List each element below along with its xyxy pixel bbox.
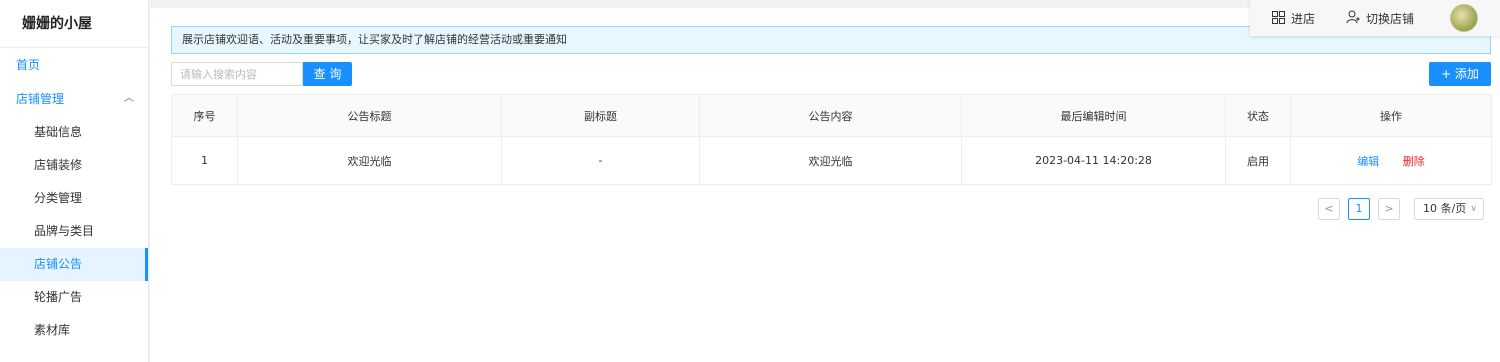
sidebar-item-category-management[interactable]: 分类管理	[0, 182, 148, 215]
column-header-status: 状态	[1225, 94, 1291, 137]
header-actions: 进店 切换店铺	[1250, 0, 1500, 36]
grid-icon	[1272, 10, 1285, 30]
sidebar-item-brand-category[interactable]: 品牌与类目	[0, 215, 148, 248]
enter-store-button[interactable]: 进店	[1272, 9, 1315, 29]
cell-actions: 编辑 删除	[1290, 136, 1492, 185]
avatar[interactable]	[1450, 4, 1478, 32]
column-header-index: 序号	[171, 94, 238, 137]
user-switch-icon	[1346, 10, 1360, 30]
notice-table: 序号 公告标题 副标题 公告内容 最后编辑时间 状态 操作 1 欢迎光临 - 欢…	[171, 94, 1492, 185]
chevron-down-icon: ∨	[1470, 204, 1477, 214]
sidebar-item-basic-info[interactable]: 基础信息	[0, 116, 148, 149]
column-header-title: 公告标题	[237, 94, 502, 137]
page-size-select[interactable]: 10 条/页 ∨	[1414, 198, 1484, 220]
sidebar-item-store-decoration[interactable]: 店铺装修	[0, 149, 148, 182]
sidebar: 姗姗的小屋 首页 店铺管理 ︿ 基础信息 店铺装修 分类管理 品牌与类目 店铺公…	[0, 0, 149, 362]
delete-link[interactable]: 删除	[1403, 155, 1425, 168]
next-page-button[interactable]: >	[1378, 198, 1400, 220]
sidebar-item-material-library[interactable]: 素材库	[0, 314, 148, 347]
cell-content: 欢迎光临	[699, 136, 962, 185]
cell-index: 1	[171, 136, 238, 185]
sidebar-item-store-management[interactable]: 店铺管理 ︿	[0, 82, 148, 116]
search-input[interactable]	[171, 62, 303, 86]
chevron-up-icon: ︿	[124, 93, 134, 104]
sidebar-item-label: 店铺管理	[16, 92, 65, 106]
edit-link[interactable]: 编辑	[1357, 155, 1379, 168]
column-header-actions: 操作	[1290, 94, 1492, 137]
sidebar-item-store-notice[interactable]: 店铺公告	[0, 248, 148, 281]
switch-store-button[interactable]: 切换店铺	[1346, 9, 1414, 29]
table-row: 1 欢迎光临 - 欢迎光临 2023-04-11 14:20:28 启用 编辑 …	[171, 136, 1492, 185]
search-button[interactable]: 查 询	[303, 62, 352, 86]
cell-subtitle: -	[501, 136, 700, 185]
sidebar-item-home[interactable]: 首页	[0, 48, 148, 82]
sidebar-item-carousel-ads[interactable]: 轮播广告	[0, 281, 148, 314]
main-content: 展示店铺欢迎语、活动及重要事项，让买家及时了解店铺的经营活动或重要通知 查 询 …	[150, 8, 1500, 362]
column-header-content: 公告内容	[699, 94, 962, 137]
page-1-button[interactable]: 1	[1348, 198, 1370, 220]
prev-page-button[interactable]: <	[1318, 198, 1340, 220]
status-badge: 启用	[1225, 136, 1291, 185]
switch-store-label: 切换店铺	[1366, 12, 1415, 26]
column-header-edited-at: 最后编辑时间	[961, 94, 1226, 137]
enter-store-label: 进店	[1291, 12, 1316, 26]
column-header-subtitle: 副标题	[501, 94, 700, 137]
cell-title: 欢迎光临	[237, 136, 502, 185]
table-header-row: 序号 公告标题 副标题 公告内容 最后编辑时间 状态 操作	[171, 94, 1492, 137]
add-button[interactable]: + 添加	[1429, 62, 1491, 86]
page-size-label: 10 条/页	[1423, 202, 1467, 215]
cell-edited-at: 2023-04-11 14:20:28	[961, 136, 1226, 185]
store-brand: 姗姗的小屋	[0, 0, 148, 48]
